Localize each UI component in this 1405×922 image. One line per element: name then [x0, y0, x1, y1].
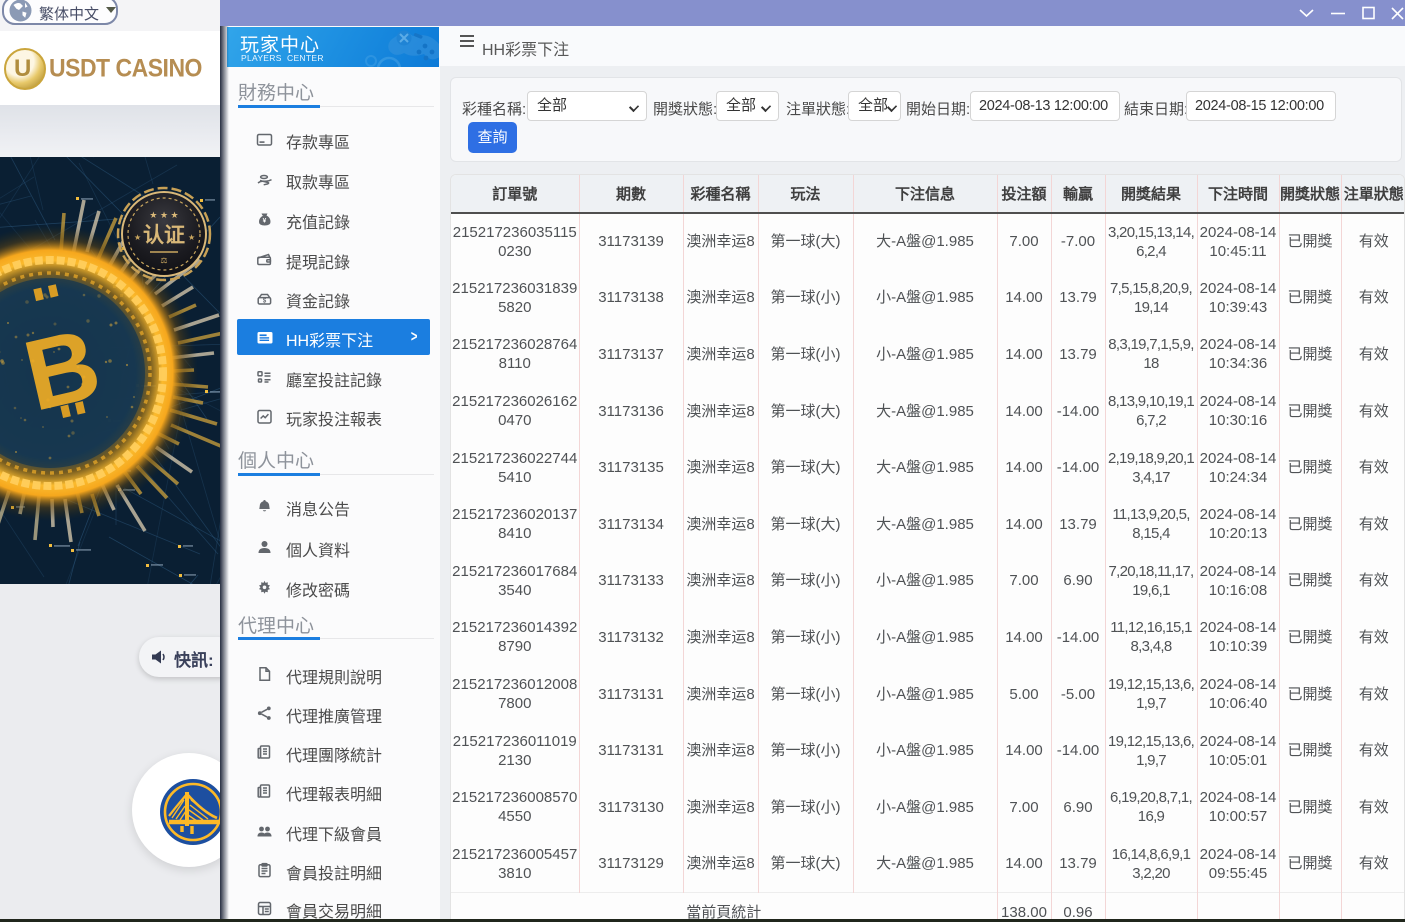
svg-text:¥: ¥: [263, 217, 267, 224]
svg-text:★: ★: [134, 233, 141, 242]
svg-text:★ ★ ★: ★ ★ ★: [149, 210, 178, 220]
svg-text:认证: 认证: [143, 224, 185, 247]
svg-text:★: ★: [188, 233, 195, 242]
svg-text:⚖: ⚖: [160, 256, 167, 265]
